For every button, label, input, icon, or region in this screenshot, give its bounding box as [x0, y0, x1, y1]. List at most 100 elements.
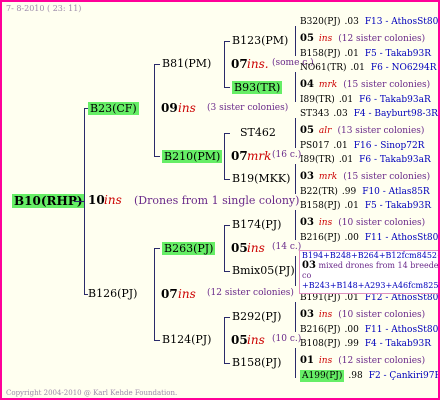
g4-queen-year: .98: [348, 371, 363, 381]
g4-queen-line: F2 - Çankiri97R: [368, 371, 440, 381]
g4-queen-name[interactable]: B158(PJ): [300, 201, 340, 211]
g4-drone-row: 01 ins (12 sister colonies): [300, 356, 425, 366]
g4-queen-name[interactable]: B22(TR): [300, 187, 338, 197]
g4-drone-desc: (12 sister colonies): [338, 356, 426, 366]
g4-drone-num: 03: [300, 171, 314, 182]
g4-queen-name[interactable]: B158(PJ): [300, 49, 340, 59]
queen-b158[interactable]: B158(PJ): [232, 357, 281, 368]
g4-drone-desc: (15 sister colonies): [343, 172, 431, 182]
b124-num: 05: [231, 333, 248, 347]
g4-drone-num: 03: [300, 309, 314, 320]
b23-num: 09: [161, 101, 178, 115]
g4-queen-year: .01: [344, 201, 359, 211]
queen-b23[interactable]: B23(CF): [88, 102, 139, 115]
g4-drone-num: 05: [300, 125, 314, 136]
g4-queen-year: .01: [333, 141, 348, 151]
g4-queen-line: F16 - Sinop72R: [353, 141, 425, 151]
queen-b93[interactable]: B93(TR): [232, 81, 283, 94]
root-ins: ins: [104, 193, 122, 207]
b263-num: 05: [231, 241, 248, 255]
g4-drone-desc: (10 sister colonies): [338, 310, 426, 320]
queen-b263[interactable]: B263(PJ): [162, 242, 216, 255]
root-drone-num: 10: [88, 193, 105, 207]
g4-drone-row: 05 alr (13 sister colonies): [300, 126, 424, 136]
queen-b19[interactable]: B19(MKK): [232, 173, 290, 184]
g4-drone-desc: (13 sister colonies): [337, 126, 425, 136]
queen-b124[interactable]: B124(PJ): [162, 334, 211, 345]
g4-drone-num: 05: [300, 33, 314, 44]
g4-queen-line: F6 - Takab93aR: [359, 95, 431, 105]
g4-queen-line: F6 - Takab93aR: [359, 155, 431, 165]
g4-drone-row: 03 ins (10 sister colonies): [300, 310, 425, 320]
g4-queen-year: .99: [344, 339, 359, 349]
g4-queen-year: .03: [333, 109, 348, 119]
g4-drone-row: 05 ins (12 sister colonies): [300, 34, 425, 44]
g4-queen-year: .01: [344, 293, 359, 303]
g4-queen-row: I89(TR) .01 F6 - Takab93aR: [300, 156, 431, 165]
b263-ins: ins: [247, 241, 265, 255]
queen-b126[interactable]: B126(PJ): [88, 288, 137, 299]
b263-desc: (14 c.): [272, 242, 302, 252]
g4-queen-name[interactable]: B320(PJ): [300, 17, 340, 27]
g4-queen-year: .03: [344, 17, 359, 27]
g4-queen-name[interactable]: PS017: [300, 141, 329, 151]
b126-ins: ins: [178, 287, 196, 301]
g4-queen-row: B158(PJ) .01 F5 - Takab93R: [300, 50, 431, 59]
b210-ins: mrk: [247, 149, 272, 163]
g4-queen-row: PS017 .01 F16 - Sinop72R: [300, 142, 424, 151]
g4-drone-row: 03 mrk (15 sister colonies): [300, 172, 430, 182]
g4-queen-name[interactable]: NO61(TR): [300, 63, 347, 73]
queen-b81[interactable]: B81(PM): [162, 58, 211, 69]
g4-queen-row: B108(PJ) .99 F4 - Takab93R: [300, 340, 431, 349]
g4-drone-ins: ins: [318, 310, 333, 320]
g4-queen-year: .00: [344, 325, 359, 335]
g4-queen-year: .01: [338, 155, 354, 165]
g4-queen-row: B191(PJ) .01 F12 - AthosSt80R: [300, 293, 440, 303]
g4-queen-name[interactable]: I89(TR): [300, 95, 335, 105]
queen-b123[interactable]: B123(PM): [232, 35, 288, 46]
mixed-drones-box: B194+B248+B264+B12fcm8452+B2 03 mixed dr…: [299, 250, 440, 294]
g4-queen-name[interactable]: B191(PJ): [300, 293, 340, 303]
g4-queen-line: F11 - AthosSt80R: [364, 325, 440, 335]
g4-queen-name[interactable]: A199(PJ): [300, 370, 345, 382]
g4-drone-num: 03: [300, 217, 314, 228]
copyright: Copyright 2004-2010 @ Karl Kehde Foundat…: [6, 389, 178, 397]
mix-mid: mixed drones from 14 breeder co: [302, 261, 440, 280]
b124-ins: ins: [247, 333, 265, 347]
g4-queen-line: F12 - AthosSt80R: [364, 293, 440, 303]
g4-drone-ins: mrk: [318, 172, 338, 182]
g4-queen-year: .99: [341, 187, 357, 197]
queen-b292[interactable]: B292(PJ): [232, 311, 281, 322]
b126-num: 07: [161, 287, 178, 301]
g4-queen-name[interactable]: I89(TR): [300, 155, 335, 165]
g4-drone-ins: ins: [318, 356, 333, 366]
b81-num: 07: [231, 57, 248, 71]
g4-queen-name[interactable]: ST343: [300, 109, 329, 119]
g4-drone-ins: ins: [318, 34, 333, 44]
g4-drone-desc: (10 sister colonies): [338, 218, 426, 228]
g4-queen-row: A199(PJ) .98 F2 - Çankiri97R: [300, 370, 440, 382]
g4-queen-name[interactable]: B108(PJ): [300, 339, 340, 349]
queen-b210[interactable]: B210(PM): [162, 150, 223, 163]
queen-b174[interactable]: B174(PJ): [232, 219, 281, 230]
g4-queen-row: B216(PJ) .00 F11 - AthosSt80R: [300, 325, 440, 335]
b81-ins: ins.: [247, 57, 269, 71]
g4-queen-row: ST343 .03 F4 - Bayburt98-3R: [300, 110, 438, 119]
g4-queen-line: F5 - Takab93R: [364, 49, 432, 59]
b23-desc: (3 sister colonies): [207, 103, 289, 113]
g4-queen-year: .01: [338, 95, 354, 105]
g4-queen-name[interactable]: B216(PJ): [300, 325, 340, 335]
queen-st462[interactable]: ST462: [240, 127, 276, 138]
g4-drone-desc: (15 sister colonies): [343, 80, 431, 90]
g4-drone-row: 04 mrk (15 sister colonies): [300, 80, 430, 90]
g4-queen-row: NO61(TR) .01 F6 - NO6294R: [300, 64, 437, 73]
queen-bmix05[interactable]: Bmix05(PJ): [232, 265, 295, 276]
g4-queen-name[interactable]: B216(PJ): [300, 233, 340, 243]
g4-drone-num: 04: [300, 79, 314, 90]
g4-queen-line: F4 - Takab93R: [364, 339, 432, 349]
g4-queen-year: .01: [344, 49, 359, 59]
b126-desc: (12 sister colonies): [207, 288, 294, 298]
g4-drone-ins: alr: [318, 126, 332, 136]
g4-queen-line: F6 - NO6294R: [370, 63, 437, 73]
mix-top: B194+B248+B264+B12fcm8452+B2: [302, 251, 440, 260]
